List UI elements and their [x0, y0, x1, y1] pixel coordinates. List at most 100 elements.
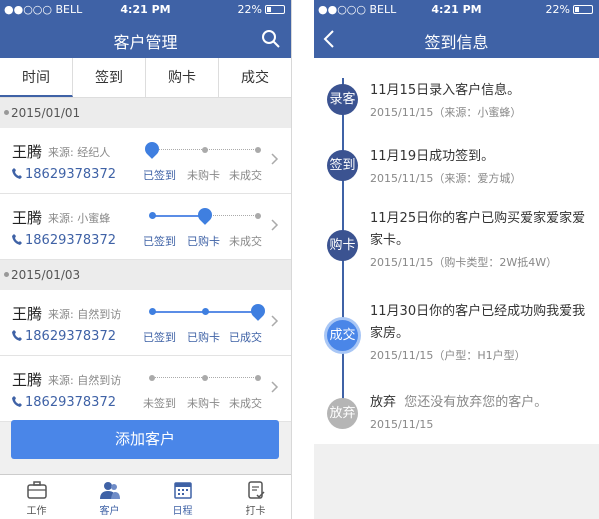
progress-current-marker	[195, 205, 215, 225]
tab-purchase-card[interactable]: 购卡	[146, 58, 219, 97]
progress-label-card: 未购卡	[187, 169, 220, 182]
chevron-right-icon	[271, 315, 279, 327]
nav-bar: 签到信息	[314, 20, 599, 58]
timeline: 录客 11月15日录入客户信息。 2015/11/15（来源：小蜜蜂） 签到 1…	[314, 58, 599, 444]
clipboard-check-icon	[247, 481, 265, 499]
event-tag: 录客	[327, 84, 358, 115]
bullet-icon	[4, 110, 9, 115]
search-icon[interactable]	[261, 29, 281, 49]
customer-row[interactable]: 王腾 来源: 自然到访 18629378372 已签到 已购卡 已成交	[0, 290, 291, 356]
phone-number: 18629378372	[25, 395, 116, 410]
nav-bar: 客户管理	[0, 20, 291, 58]
tabbar-label: 日程	[172, 506, 193, 517]
event-text: 11月19日成功签到。	[370, 149, 495, 164]
battery-icon	[265, 5, 285, 14]
add-customer-button[interactable]: 添加客户	[11, 420, 279, 459]
bottom-tab-bar: 工作 客户 日程 打卡	[0, 474, 291, 519]
battery-percent: 22%	[545, 3, 570, 16]
event-text: 11月30日你的客户已经成功购我爱我家房。	[370, 304, 586, 341]
tab-time[interactable]: 时间	[0, 58, 73, 97]
event-text: 11月25日你的客户已购买爱家爱家爱家卡。	[370, 211, 586, 248]
event-subtext: 2015/11/15（来源：小蜜蜂）	[370, 106, 522, 119]
customer-source: 来源: 小蜜蜂	[48, 212, 111, 225]
phone-number: 18629378372	[25, 167, 116, 182]
date-header: 2015/01/03	[0, 260, 291, 290]
chevron-right-icon	[271, 381, 279, 393]
progress-label-checkin: 未签到	[143, 397, 176, 410]
tab-checkin[interactable]: 签到	[73, 58, 146, 97]
phone-icon	[12, 330, 22, 341]
progress-label-deal: 未成交	[229, 235, 262, 248]
phone-icon	[12, 396, 22, 407]
customer-source: 来源: 自然到访	[48, 374, 122, 387]
checkin-info-screen: ●●○○○ BELL 4:21 PM 22% 签到信息 录客 11月15日录入客…	[314, 0, 599, 519]
phone-number: 18629378372	[25, 329, 116, 344]
tabbar-item-customers[interactable]: 客户	[73, 475, 146, 519]
progress-node	[149, 375, 155, 381]
date-label: 2015/01/03	[11, 268, 81, 282]
customer-name: 王腾	[12, 371, 43, 389]
customer-phone[interactable]: 18629378372	[12, 233, 116, 248]
phone-icon	[12, 234, 22, 245]
progress-node	[148, 308, 156, 315]
progress-node	[201, 308, 209, 315]
progress-node	[148, 212, 156, 219]
customer-phone[interactable]: 18629378372	[12, 395, 116, 410]
progress-label-card: 未购卡	[187, 397, 220, 410]
event-tag: 签到	[327, 150, 358, 181]
customer-phone[interactable]: 18629378372	[12, 167, 116, 182]
progress-current-marker	[142, 139, 162, 159]
page-title: 签到信息	[424, 33, 489, 52]
progress-label-checkin: 已签到	[143, 331, 176, 344]
event-subtext: 2015/11/15（户型：H1户型）	[370, 349, 526, 362]
customer-source: 来源: 自然到访	[48, 308, 122, 321]
progress-node	[202, 147, 208, 153]
event-tag: 购卡	[327, 230, 358, 261]
status-bar: ●●○○○ BELL 4:21 PM 22%	[314, 0, 599, 20]
status-bar: ●●○○○ BELL 4:21 PM 22%	[0, 0, 291, 20]
customer-name: 王腾	[12, 305, 43, 323]
customer-source: 来源: 经纪人	[48, 146, 111, 159]
filter-tabs: 时间 签到 购卡 成交	[0, 58, 291, 98]
tabbar-label: 客户	[99, 506, 120, 517]
progress-label-checkin: 已签到	[143, 235, 176, 248]
event-text: 11月15日录入客户信息。	[370, 83, 521, 98]
customer-name: 王腾	[12, 143, 43, 161]
bullet-icon	[4, 272, 9, 277]
progress-label-deal: 已成交	[229, 331, 262, 344]
tabbar-item-work[interactable]: 工作	[0, 475, 73, 519]
customer-management-screen: ●●○○○ BELL 4:21 PM 22% 客户管理 时间 签到 购卡 成交 …	[0, 0, 292, 519]
event-note: 您还没有放弃您的客户。	[404, 395, 548, 410]
chevron-right-icon	[271, 153, 279, 165]
tabbar-item-schedule[interactable]: 日程	[146, 475, 219, 519]
tabbar-label: 打卡	[245, 506, 266, 517]
customer-name: 王腾	[12, 209, 43, 227]
progress-label-checkin: 已签到	[143, 169, 176, 182]
event-title: 放弃	[370, 395, 397, 410]
customer-row[interactable]: 王腾 来源: 自然到访 18629378372 未签到 未购卡 未成交	[0, 356, 291, 422]
customer-list: 2015/01/01 王腾 来源: 经纪人 18629378372 已签到 未购…	[0, 98, 291, 422]
phone-number: 18629378372	[25, 233, 116, 248]
event-tag: 成交	[327, 320, 358, 351]
tab-deal[interactable]: 成交	[219, 58, 291, 97]
event-tag: 放弃	[327, 398, 358, 429]
date-label: 2015/01/01	[11, 106, 81, 120]
battery-icon	[573, 5, 593, 14]
progress-label-card: 已购卡	[187, 235, 220, 248]
customer-row[interactable]: 王腾 来源: 小蜜蜂 18629378372 已签到 已购卡 未成交	[0, 194, 291, 260]
page-title: 客户管理	[113, 33, 178, 52]
phone-icon	[12, 168, 22, 179]
calendar-icon	[173, 482, 192, 499]
progress-current-marker	[248, 301, 268, 321]
date-header: 2015/01/01	[0, 98, 291, 128]
progress-node	[255, 213, 261, 219]
event-subtext: 2015/11/15	[370, 418, 434, 431]
progress-node	[202, 375, 208, 381]
progress-node	[255, 147, 261, 153]
chevron-right-icon	[271, 219, 279, 231]
progress-node	[255, 375, 261, 381]
customer-phone[interactable]: 18629378372	[12, 329, 116, 344]
tabbar-item-checkin[interactable]: 打卡	[219, 475, 291, 519]
briefcase-icon	[26, 481, 47, 499]
customer-row[interactable]: 王腾 来源: 经纪人 18629378372 已签到 未购卡 未成交	[0, 128, 291, 194]
